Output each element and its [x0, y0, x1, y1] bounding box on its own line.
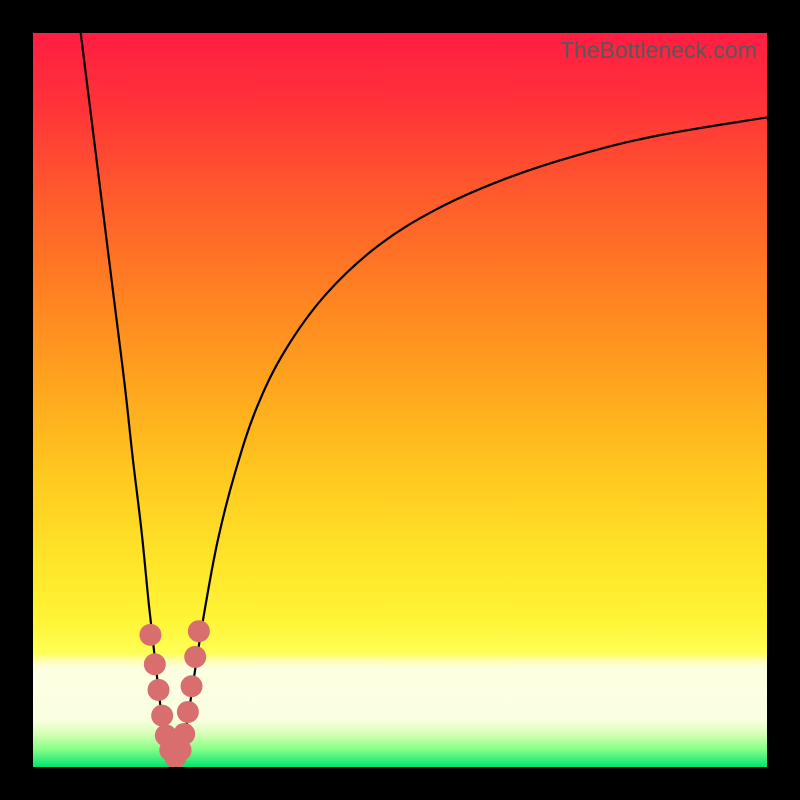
chart-frame: TheBottleneck.com: [0, 0, 800, 800]
data-marker: [177, 701, 199, 723]
watermark-label: TheBottleneck.com: [560, 37, 757, 64]
plot-area: TheBottleneck.com: [33, 33, 767, 767]
data-marker: [181, 675, 203, 697]
bottleneck-chart: [33, 33, 767, 767]
data-marker: [184, 646, 206, 668]
data-marker: [148, 679, 170, 701]
data-marker: [151, 705, 173, 727]
gradient-background: [33, 33, 767, 767]
data-marker: [188, 620, 210, 642]
data-marker: [144, 653, 166, 675]
data-marker: [173, 723, 195, 745]
data-marker: [139, 624, 161, 646]
